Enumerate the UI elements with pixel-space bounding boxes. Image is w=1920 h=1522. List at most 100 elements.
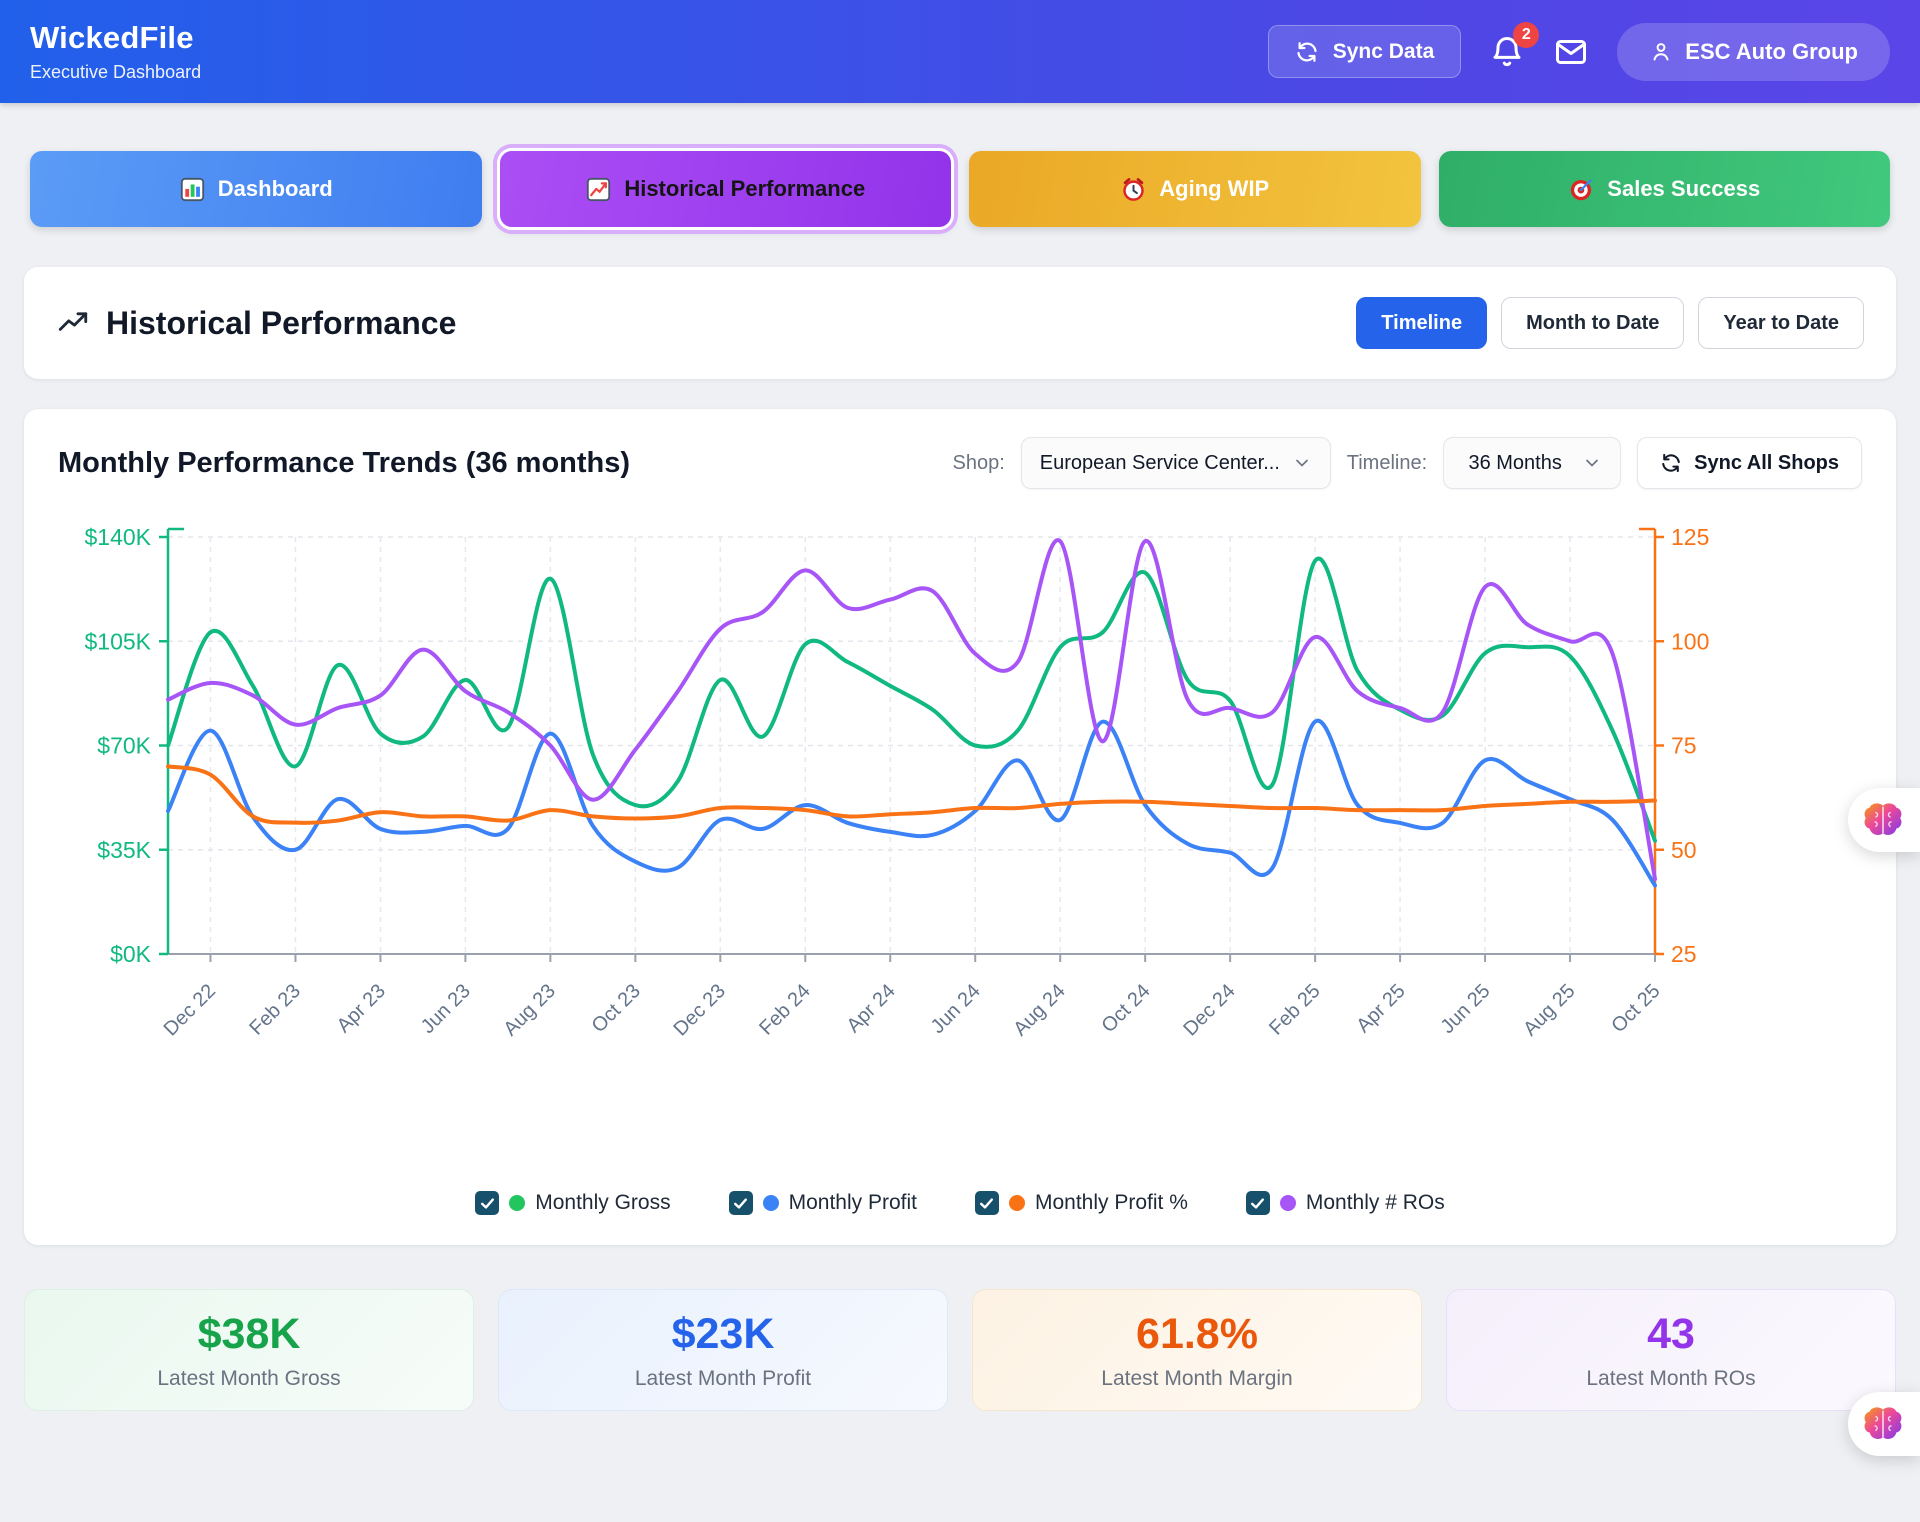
brain-icon — [1862, 1405, 1904, 1443]
page-title-text: Historical Performance — [106, 305, 456, 342]
svg-text:$70K: $70K — [97, 733, 151, 759]
tab-dashboard-label: Dashboard — [218, 176, 333, 202]
stat-value: 43 — [1647, 1310, 1695, 1359]
brain-icon — [1862, 801, 1904, 839]
tab-historical-performance[interactable]: Historical Performance — [500, 151, 952, 227]
main-nav: Dashboard Historical Performance Aging W… — [30, 151, 1890, 227]
ai-assistant-button[interactable] — [1848, 1392, 1920, 1456]
year-to-date-button[interactable]: Year to Date — [1698, 297, 1864, 349]
performance-trends-chart[interactable]: $0K $35K $70K $105K $140K 25 50 75 100 125 Dec 22 F… — [58, 509, 1862, 1129]
svg-text:Jun 23: Jun 23 — [417, 980, 475, 1038]
ai-assistant-button[interactable] — [1848, 788, 1920, 852]
tab-sales-success[interactable]: Sales Success — [1439, 151, 1891, 227]
series-dot-orange — [1009, 1195, 1025, 1211]
month-to-date-button[interactable]: Month to Date — [1501, 297, 1684, 349]
view-toggle-group: Timeline Month to Date Year to Date — [1356, 297, 1864, 349]
alarm-clock-icon — [1120, 176, 1147, 203]
timeline-select[interactable]: 36 Months — [1443, 437, 1621, 489]
svg-text:Jun 25: Jun 25 — [1437, 980, 1495, 1038]
notifications-button[interactable]: 2 — [1489, 34, 1525, 70]
svg-text:$35K: $35K — [97, 837, 151, 863]
chevron-down-icon — [1582, 453, 1602, 473]
legend-label: Monthly Profit % — [1035, 1191, 1188, 1215]
timeline-select-value: 36 Months — [1462, 452, 1568, 475]
timeline-button[interactable]: Timeline — [1356, 297, 1487, 349]
legend-monthly-profit-pct[interactable]: Monthly Profit % — [975, 1191, 1188, 1215]
svg-text:100: 100 — [1671, 628, 1709, 654]
svg-text:$140K: $140K — [84, 524, 151, 550]
svg-text:Oct 23: Oct 23 — [588, 980, 645, 1037]
svg-text:125: 125 — [1671, 524, 1709, 550]
shop-select-value: European Service Center... — [1040, 452, 1278, 475]
account-button[interactable]: ESC Auto Group — [1617, 23, 1890, 81]
legend-label: Monthly # ROs — [1306, 1191, 1445, 1215]
svg-text:Apr 23: Apr 23 — [333, 980, 390, 1037]
user-icon — [1649, 40, 1673, 64]
chevron-down-icon — [1292, 453, 1312, 473]
stat-latest-month-profit: $23K Latest Month Profit — [498, 1289, 948, 1411]
stat-value: $38K — [198, 1310, 301, 1359]
bar-chart-icon — [179, 176, 206, 203]
series-dot-green — [509, 1195, 525, 1211]
svg-text:Aug 24: Aug 24 — [1009, 980, 1069, 1040]
timeline-label: Timeline: — [1347, 452, 1427, 475]
sync-data-label: Sync Data — [1333, 40, 1435, 64]
series-dot-blue — [763, 1195, 779, 1211]
stat-latest-month-ros: 43 Latest Month ROs — [1446, 1289, 1896, 1411]
svg-text:Jun 24: Jun 24 — [927, 980, 985, 1038]
legend-label: Monthly Gross — [535, 1191, 670, 1215]
series-dot-purple — [1280, 1195, 1296, 1211]
sync-data-button[interactable]: Sync Data — [1268, 25, 1462, 78]
refresh-icon — [1295, 40, 1319, 64]
checkbox-checked-icon[interactable] — [729, 1191, 753, 1215]
svg-text:Aug 25: Aug 25 — [1519, 980, 1579, 1040]
tab-aging-wip[interactable]: Aging WIP — [969, 151, 1421, 227]
tab-sales-success-label: Sales Success — [1607, 176, 1760, 202]
checkbox-checked-icon[interactable] — [975, 1191, 999, 1215]
page-title: Historical Performance — [56, 305, 456, 342]
monthly-performance-card: Monthly Performance Trends (36 months) S… — [24, 409, 1896, 1245]
legend-monthly-ros[interactable]: Monthly # ROs — [1246, 1191, 1445, 1215]
chart-legend: Monthly Gross Monthly Profit Monthly Pro… — [58, 1191, 1862, 1215]
latest-month-stats: $38K Latest Month Gross $23K Latest Mont… — [24, 1289, 1896, 1411]
svg-text:$0K: $0K — [110, 941, 152, 967]
app-title: WickedFile — [30, 20, 201, 56]
app-branding: WickedFile Executive Dashboard — [30, 20, 201, 83]
stat-value: 61.8% — [1136, 1310, 1258, 1359]
svg-text:Dec 22: Dec 22 — [160, 980, 220, 1040]
messages-button[interactable] — [1553, 34, 1589, 70]
sync-all-shops-label: Sync All Shops — [1694, 452, 1839, 475]
svg-text:Oct 25: Oct 25 — [1607, 980, 1664, 1037]
shop-select[interactable]: European Service Center... — [1021, 437, 1331, 489]
notification-badge: 2 — [1513, 22, 1539, 48]
sync-all-shops-button[interactable]: Sync All Shops — [1637, 437, 1862, 489]
svg-text:25: 25 — [1671, 941, 1697, 967]
stat-value: $23K — [672, 1310, 775, 1359]
target-icon — [1568, 176, 1595, 203]
svg-text:75: 75 — [1671, 733, 1697, 759]
stat-label: Latest Month Gross — [157, 1367, 340, 1391]
checkbox-checked-icon[interactable] — [1246, 1191, 1270, 1215]
legend-monthly-gross[interactable]: Monthly Gross — [475, 1191, 670, 1215]
svg-text:Apr 25: Apr 25 — [1352, 980, 1409, 1037]
chart-title: Monthly Performance Trends (36 months) — [58, 447, 630, 480]
svg-text:Aug 23: Aug 23 — [500, 980, 560, 1040]
stat-latest-month-margin: 61.8% Latest Month Margin — [972, 1289, 1422, 1411]
svg-text:Dec 23: Dec 23 — [669, 980, 729, 1040]
mail-icon — [1553, 34, 1589, 70]
tab-dashboard[interactable]: Dashboard — [30, 151, 482, 227]
svg-text:$105K: $105K — [84, 628, 151, 654]
svg-text:50: 50 — [1671, 837, 1697, 863]
stat-label: Latest Month Profit — [635, 1367, 811, 1391]
checkbox-checked-icon[interactable] — [475, 1191, 499, 1215]
legend-label: Monthly Profit — [789, 1191, 917, 1215]
historical-performance-panel: Historical Performance Timeline Month to… — [24, 267, 1896, 379]
app-subtitle: Executive Dashboard — [30, 62, 201, 83]
stat-label: Latest Month Margin — [1101, 1367, 1292, 1391]
shop-label: Shop: — [953, 452, 1005, 475]
tab-historical-performance-label: Historical Performance — [624, 176, 865, 202]
legend-monthly-profit[interactable]: Monthly Profit — [729, 1191, 917, 1215]
stat-label: Latest Month ROs — [1586, 1367, 1755, 1391]
svg-text:Feb 25: Feb 25 — [1265, 980, 1325, 1040]
tab-aging-wip-label: Aging WIP — [1159, 176, 1269, 202]
